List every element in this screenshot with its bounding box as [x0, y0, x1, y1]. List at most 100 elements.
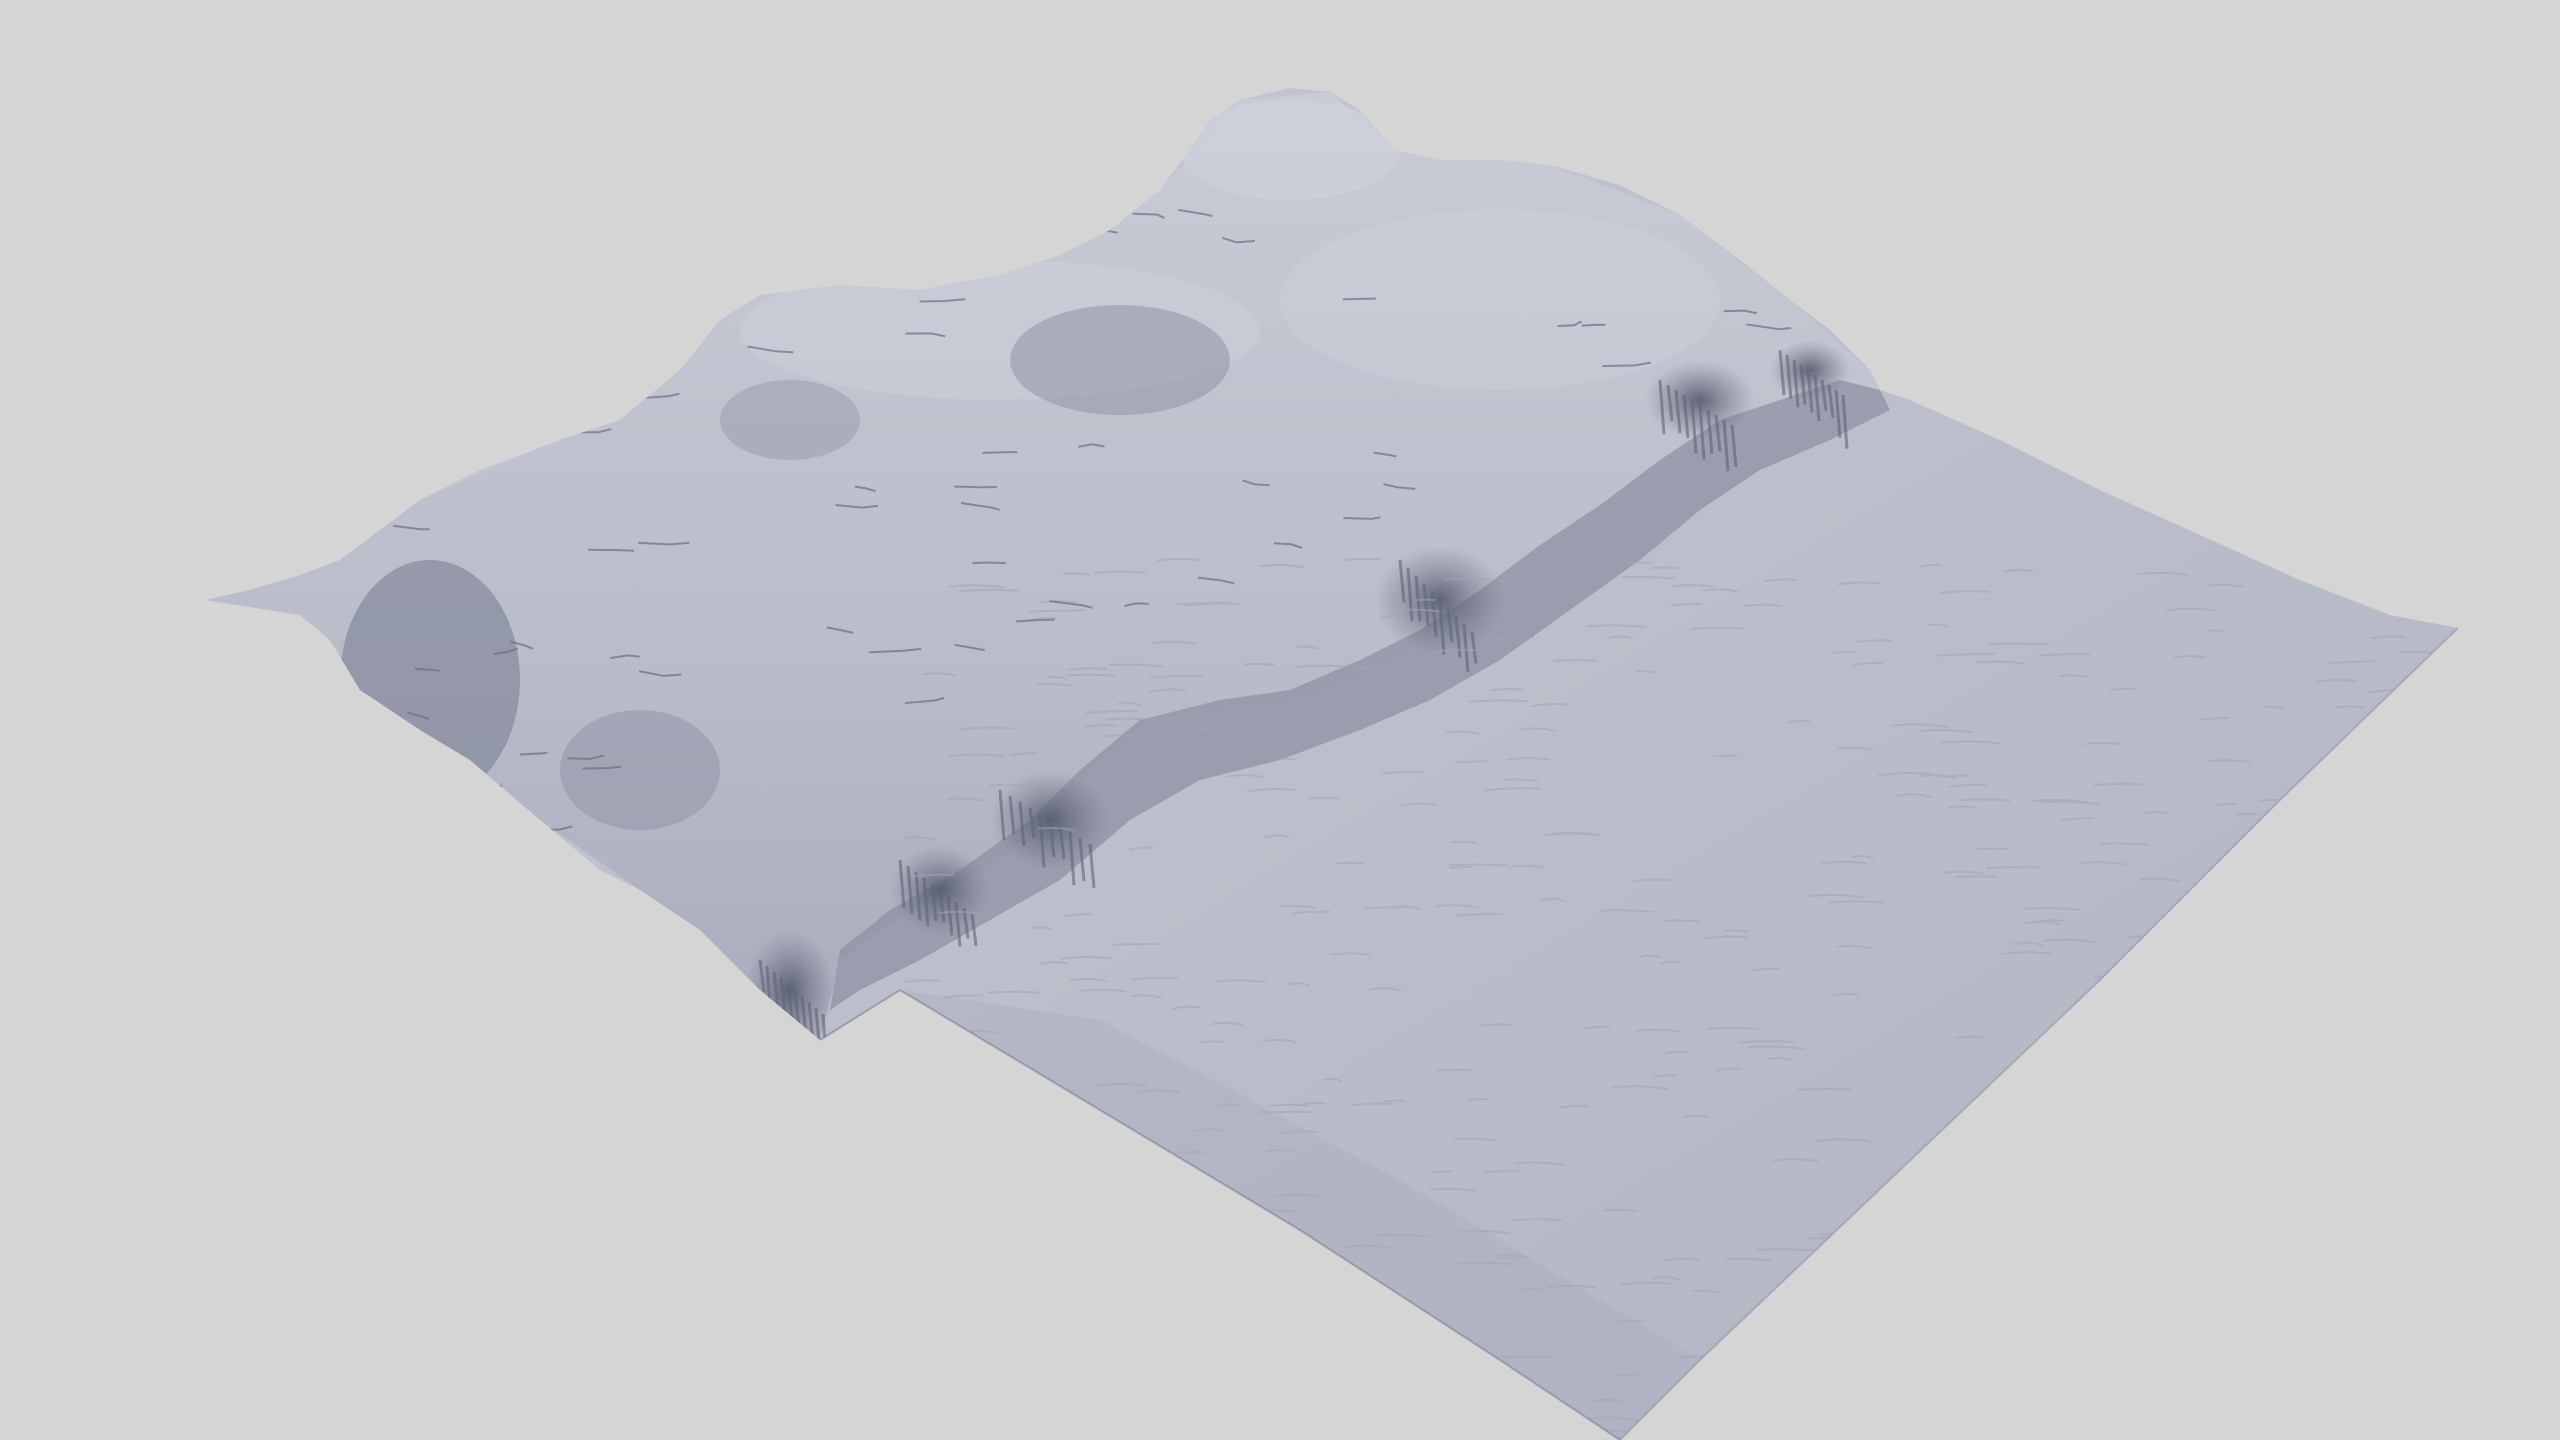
ripple-mark	[2110, 1027, 2137, 1032]
ripple-mark	[2136, 1112, 2190, 1116]
ripple-mark	[1140, 1180, 1189, 1185]
ripple-mark	[1412, 598, 1436, 602]
ripple-mark	[2223, 1217, 2267, 1222]
ripple-mark	[1065, 1410, 1115, 1416]
crack-line	[452, 391, 477, 400]
ripple-mark	[972, 1232, 1013, 1236]
ripple-mark	[2379, 847, 2428, 852]
ripple-mark	[2440, 1213, 2458, 1218]
ripple-mark	[2111, 1367, 2135, 1371]
ripple-mark	[2427, 562, 2452, 568]
ripple-mark	[2153, 997, 2197, 1001]
ripple-mark	[1694, 1436, 1728, 1440]
ripple-mark	[2247, 978, 2301, 984]
ripple-mark	[1127, 1413, 1151, 1417]
ripple-mark	[1018, 1147, 1079, 1152]
ripple-mark	[2332, 1124, 2393, 1128]
ripple-mark	[1707, 1026, 1759, 1031]
ripple-mark	[2046, 1413, 2087, 1419]
ripple-mark	[1448, 865, 1472, 870]
ripple-mark	[1976, 847, 2010, 851]
crack-line	[990, 196, 1018, 201]
crack-line	[751, 205, 793, 211]
hollow-shadow	[720, 380, 860, 460]
ripple-mark	[2313, 1261, 2337, 1266]
ripple-mark	[2260, 931, 2282, 935]
ripple-mark	[1439, 1372, 1463, 1378]
ripple-mark	[2128, 1429, 2154, 1434]
ripple-mark	[2100, 1197, 2132, 1202]
crack-line	[339, 465, 374, 473]
ripple-mark	[1861, 1216, 1909, 1222]
ripple-mark	[1291, 1245, 1323, 1249]
ripple-mark	[1844, 1339, 1874, 1344]
ripple-mark	[1809, 1236, 1868, 1240]
ripple-mark	[2130, 1033, 2156, 1037]
ripple-mark	[2435, 590, 2458, 594]
ripple-mark	[2338, 1013, 2360, 1017]
ripple-mark	[1342, 557, 1381, 562]
ripple-mark	[1436, 1068, 1471, 1072]
crack-line	[336, 398, 382, 408]
ripple-mark	[2445, 1137, 2458, 1141]
ripple-mark	[1994, 1247, 2023, 1251]
ripple-mark	[2270, 935, 2295, 941]
ripple-mark	[2005, 1236, 2055, 1241]
ripple-mark	[2389, 843, 2428, 847]
ripple-mark	[1685, 1399, 1713, 1404]
crack-line	[1343, 516, 1381, 520]
ripple-mark	[1553, 659, 1598, 663]
crack-line	[982, 451, 1018, 454]
ripple-mark	[1307, 796, 1339, 800]
ripple-mark	[1955, 1374, 1984, 1379]
ripple-mark	[2226, 1339, 2279, 1344]
ripple-mark	[1893, 1212, 1921, 1217]
ripple-mark	[1728, 1381, 1749, 1385]
ripple-mark	[1184, 1306, 1234, 1312]
ripple-mark	[2150, 1402, 2206, 1406]
ripple-mark	[2233, 864, 2292, 868]
ripple-mark	[2097, 1079, 2123, 1084]
ripple-mark	[1355, 1393, 1407, 1398]
ripple-mark	[921, 1215, 962, 1220]
ripple-mark	[2249, 937, 2286, 942]
crack-line	[588, 346, 626, 354]
ripple-mark	[1852, 1370, 1881, 1374]
ripple-mark	[2141, 1204, 2164, 1209]
ripple-mark	[1988, 642, 2048, 646]
ripple-mark	[1269, 1103, 1311, 1107]
ripple-mark	[1903, 1384, 1928, 1389]
ripple-mark	[2083, 1131, 2110, 1136]
ripple-mark	[2317, 1029, 2372, 1034]
terrain-render	[205, 88, 2459, 1440]
ripple-mark	[1185, 1297, 1218, 1301]
ripple-mark	[2380, 825, 2437, 829]
hollow-shadow	[560, 710, 720, 830]
ripple-mark	[2240, 1267, 2266, 1273]
ripple-mark	[1322, 1423, 1350, 1428]
ripple-mark	[2442, 1180, 2458, 1184]
ripple-mark	[2236, 812, 2262, 816]
ripple-mark	[1258, 757, 1296, 761]
ripple-mark	[2289, 1149, 2324, 1153]
crack-line	[1342, 297, 1376, 301]
ripple-mark	[1398, 1362, 1427, 1367]
ripple-mark	[1736, 1413, 1760, 1418]
crack-line	[524, 153, 560, 160]
ripple-mark	[2080, 1194, 2116, 1199]
ripple-mark	[1250, 1243, 1299, 1249]
ripple-mark	[1418, 1374, 1455, 1379]
ripple-mark	[1106, 717, 1158, 721]
ripple-mark	[1948, 805, 1975, 809]
ripple-mark	[2096, 1270, 2150, 1274]
ripple-mark	[2446, 1287, 2458, 1292]
ripple-mark	[994, 1210, 1033, 1216]
ripple-mark	[1054, 1243, 1112, 1248]
ripple-mark	[1652, 566, 1680, 570]
ripple-mark	[1128, 1217, 1157, 1222]
ripple-mark	[2086, 741, 2121, 745]
ripple-mark	[2374, 1110, 2397, 1115]
ripple-mark	[1209, 1246, 1239, 1250]
crack-line	[638, 541, 690, 546]
ripple-mark	[1756, 1248, 1816, 1252]
